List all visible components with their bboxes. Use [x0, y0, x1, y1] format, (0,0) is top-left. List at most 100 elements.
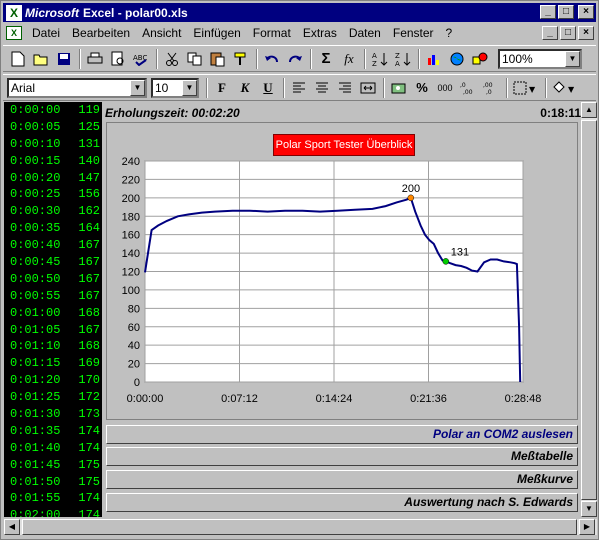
menu-extras[interactable]: Extras — [297, 26, 343, 40]
time-cell[interactable]: 0:01:40 — [10, 440, 60, 457]
table-row[interactable]: 0:01:15 169 — [4, 355, 102, 372]
spellcheck-icon[interactable]: ABC — [130, 48, 152, 69]
table-row[interactable]: 0:00:35 164 — [4, 220, 102, 237]
time-cell[interactable]: 0:01:45 — [10, 457, 60, 474]
cut-icon[interactable] — [161, 48, 183, 69]
copy-icon[interactable] — [184, 48, 206, 69]
measurement-table-button[interactable]: Meßtabelle — [106, 447, 578, 466]
font-select[interactable]: Arial ▼ — [7, 77, 147, 98]
time-cell[interactable]: 0:00:40 — [10, 237, 60, 254]
bpm-cell[interactable]: 174 — [72, 423, 100, 440]
time-cell[interactable]: 0:00:30 — [10, 203, 60, 220]
redo-icon[interactable] — [284, 48, 306, 69]
minimize-button[interactable]: _ — [540, 5, 556, 19]
scroll-up-icon[interactable]: ▲ — [581, 102, 597, 118]
table-row[interactable]: 0:01:00 168 — [4, 305, 102, 322]
table-row[interactable]: 0:00:00 119 — [4, 102, 102, 119]
percent-button[interactable]: % — [411, 77, 433, 98]
menu-fenster[interactable]: Fenster — [387, 26, 440, 40]
doc-minimize-button[interactable]: _ — [542, 26, 558, 40]
chart-title[interactable]: Polar Sport Tester Überblick — [273, 134, 415, 156]
menu-daten[interactable]: Daten — [343, 26, 387, 40]
chevron-down-icon[interactable]: ▼ — [565, 50, 580, 67]
time-cell[interactable]: 0:00:05 — [10, 119, 60, 136]
menu-format[interactable]: Format — [247, 26, 297, 40]
time-cell[interactable]: 0:01:00 — [10, 305, 60, 322]
maximize-button[interactable]: □ — [558, 5, 574, 19]
time-cell[interactable]: 0:01:05 — [10, 322, 60, 339]
sort-descending-icon[interactable]: ZA — [392, 48, 414, 69]
font-size-select[interactable]: 10 ▼ — [151, 77, 199, 98]
bpm-cell[interactable]: 162 — [72, 203, 100, 220]
time-cell[interactable]: 0:00:20 — [10, 170, 60, 187]
bpm-cell[interactable]: 173 — [72, 406, 100, 423]
fill-color-icon[interactable]: ▼ — [550, 77, 580, 98]
table-row[interactable]: 0:00:50 167 — [4, 271, 102, 288]
bpm-cell[interactable]: 119 — [72, 102, 100, 119]
doc-close-button[interactable]: × — [578, 26, 594, 40]
time-cell[interactable]: 0:00:50 — [10, 271, 60, 288]
underline-button[interactable]: U — [257, 77, 279, 98]
time-cell[interactable]: 0:00:15 — [10, 153, 60, 170]
decrease-decimal-icon[interactable]: ,00,0 — [480, 77, 502, 98]
table-row[interactable]: 0:00:55 167 — [4, 288, 102, 305]
bpm-cell[interactable]: 167 — [72, 254, 100, 271]
align-center-icon[interactable] — [311, 77, 333, 98]
increase-decimal-icon[interactable]: ,0,00 — [457, 77, 479, 98]
table-row[interactable]: 0:00:15 140 — [4, 153, 102, 170]
merge-center-icon[interactable] — [357, 77, 379, 98]
scroll-left-icon[interactable]: ◀ — [4, 519, 20, 535]
open-folder-icon[interactable] — [30, 48, 52, 69]
align-right-icon[interactable] — [334, 77, 356, 98]
read-com2-button[interactable]: Polar an COM2 auslesen — [106, 425, 578, 444]
bpm-cell[interactable]: 167 — [72, 288, 100, 305]
new-icon[interactable] — [7, 48, 29, 69]
bpm-cell[interactable]: 168 — [72, 338, 100, 355]
function-wizard-icon[interactable]: fx — [338, 48, 360, 69]
table-row[interactable]: 0:01:25 172 — [4, 389, 102, 406]
italic-button[interactable]: K — [234, 77, 256, 98]
chevron-down-icon[interactable]: ▼ — [182, 79, 197, 96]
table-row[interactable]: 0:00:25 156 — [4, 186, 102, 203]
time-cell[interactable]: 0:00:25 — [10, 186, 60, 203]
bpm-cell[interactable]: 174 — [72, 440, 100, 457]
close-button[interactable]: × — [578, 5, 594, 19]
chart-wizard-icon[interactable] — [423, 48, 445, 69]
time-cell[interactable]: 0:00:45 — [10, 254, 60, 271]
time-cell[interactable]: 0:00:35 — [10, 220, 60, 237]
chart-area[interactable]: 0 20 40 60 80 100 120 140 160 180 200 220 240 0:00:00… — [106, 122, 578, 420]
bpm-cell[interactable]: 174 — [72, 507, 100, 517]
print-preview-icon[interactable] — [107, 48, 129, 69]
table-row[interactable]: 0:01:30 173 — [4, 406, 102, 423]
time-cell[interactable]: 0:00:10 — [10, 136, 60, 153]
table-row[interactable]: 0:00:30 162 — [4, 203, 102, 220]
time-cell[interactable]: 0:01:35 — [10, 423, 60, 440]
table-row[interactable]: 0:01:20 170 — [4, 372, 102, 389]
table-row[interactable]: 0:00:10 131 — [4, 136, 102, 153]
workbook-icon[interactable]: X — [6, 26, 22, 40]
menu-einfuegen[interactable]: Einfügen — [187, 26, 246, 40]
scroll-right-icon[interactable]: ▶ — [579, 519, 595, 535]
table-row[interactable]: 0:01:40 174 — [4, 440, 102, 457]
table-row[interactable]: 0:01:10 168 — [4, 338, 102, 355]
time-cell[interactable]: 0:01:55 — [10, 490, 60, 507]
autosum-icon[interactable]: Σ — [315, 48, 337, 69]
format-painter-icon[interactable] — [230, 48, 252, 69]
bpm-cell[interactable]: 125 — [72, 119, 100, 136]
time-cell[interactable]: 0:01:50 — [10, 474, 60, 491]
bpm-cell[interactable]: 175 — [72, 474, 100, 491]
menu-ansicht[interactable]: Ansicht — [136, 26, 187, 40]
time-cell[interactable]: 0:01:15 — [10, 355, 60, 372]
bpm-cell[interactable]: 174 — [72, 490, 100, 507]
table-row[interactable]: 0:00:40 167 — [4, 237, 102, 254]
bpm-cell[interactable]: 156 — [72, 186, 100, 203]
bpm-cell[interactable]: 131 — [72, 136, 100, 153]
map-globe-icon[interactable] — [446, 48, 468, 69]
bpm-cell[interactable]: 167 — [72, 237, 100, 254]
time-cell[interactable]: 0:00:55 — [10, 288, 60, 305]
menu-bearbeiten[interactable]: Bearbeiten — [66, 26, 136, 40]
bpm-cell[interactable]: 172 — [72, 389, 100, 406]
time-cell[interactable]: 0:01:25 — [10, 389, 60, 406]
scroll-down-icon[interactable]: ▼ — [581, 501, 597, 517]
bpm-cell[interactable]: 170 — [72, 372, 100, 389]
